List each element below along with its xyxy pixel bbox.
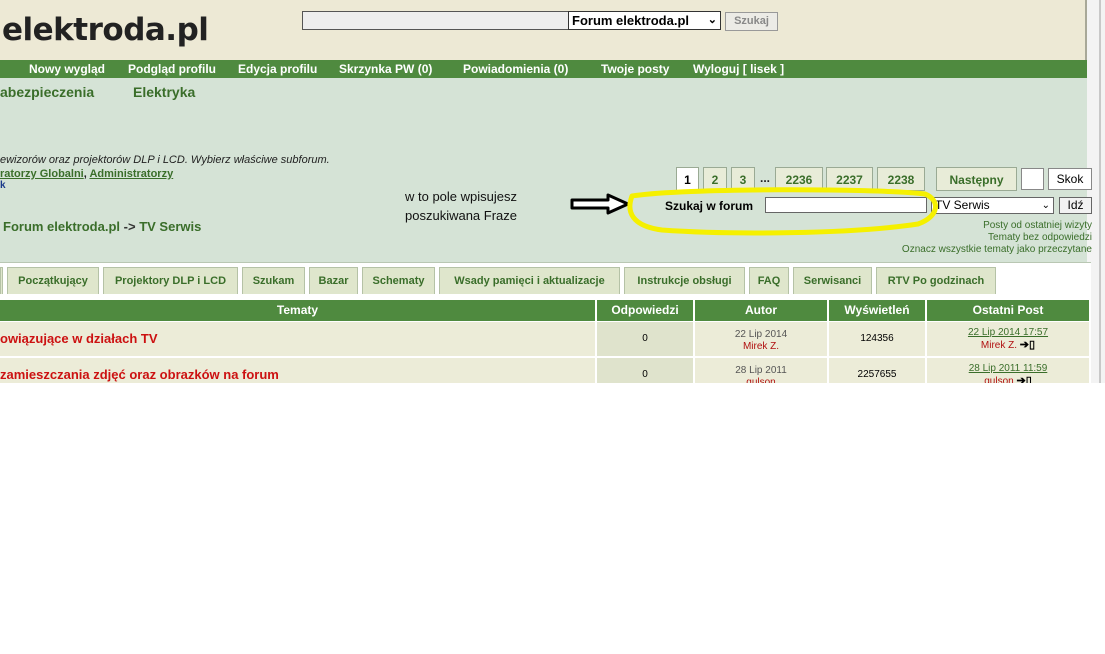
- breadcrumb-current-link[interactable]: TV Serwis: [139, 219, 201, 234]
- search-scope-value: Forum elektroda.pl: [572, 13, 690, 28]
- next-page-button[interactable]: Następny: [936, 167, 1017, 191]
- link-mark-all-read[interactable]: Oznacz wszystkie tematy jako przeczytane: [902, 244, 1092, 256]
- breadcrumb: Forum elektroda.pl -> TV Serwis: [3, 219, 201, 234]
- last-post-date-link[interactable]: 28 Lip 2011 11:59: [927, 363, 1089, 375]
- pagination-ellipsis: ...: [760, 171, 771, 185]
- tab-servicemen[interactable]: Serwisanci: [793, 267, 872, 294]
- topic-author-cell: 28 Lip 2011 gulson: [695, 358, 827, 383]
- tab-faq[interactable]: FAQ: [749, 267, 789, 294]
- moderators-global-link[interactable]: ratorzy Globalni: [0, 168, 84, 180]
- nav-logout[interactable]: Wyloguj [ lisek ]: [693, 62, 784, 76]
- search-scope-select[interactable]: Forum elektroda.pl ⌄: [568, 11, 721, 30]
- category-link-security[interactable]: abezpieczenia: [0, 84, 94, 100]
- column-header-topics: Tematy: [0, 300, 595, 321]
- moderators-line: ratorzy Globalni, Administratorzy: [0, 168, 173, 180]
- topic-date: 28 Lip 2011: [735, 365, 787, 376]
- last-post-user-link[interactable]: Mirek Z.: [981, 340, 1017, 351]
- tab-beginners[interactable]: Początkujący: [7, 267, 99, 294]
- last-post-user-link[interactable]: gulson: [984, 376, 1013, 383]
- annotation-line-2: poszukiwana Fraze: [405, 208, 517, 223]
- site-logo[interactable]: elektroda.pl: [2, 12, 209, 48]
- highlight-ellipse-icon: [627, 187, 938, 236]
- go-to-last-post-icon[interactable]: ➔▯: [1020, 339, 1035, 351]
- site-search-input[interactable]: [302, 11, 569, 30]
- tab-rtv-after-hours[interactable]: RTV Po godzinach: [876, 267, 996, 294]
- quick-links: Posty od ostatniej wizyty Tematy bez odp…: [902, 220, 1092, 256]
- nav-notifications[interactable]: Powiadomienia (0): [463, 62, 568, 76]
- browser-viewport: elektroda.pl Forum elektroda.pl ⌄ Szukaj…: [0, 0, 1105, 383]
- nav-new-look[interactable]: Nowy wygląd: [29, 62, 105, 76]
- last-post-cell: 28 Lip 2011 11:59 gulson ➔▯: [927, 358, 1089, 383]
- tab-manuals[interactable]: Instrukcje obsługi: [624, 267, 745, 294]
- forum-search-scope-select[interactable]: TV Serwis ⌄: [931, 197, 1054, 214]
- link-unanswered-topics[interactable]: Tematy bez odpowiedzi: [902, 232, 1092, 244]
- tab-firmware-updates[interactable]: Wsady pamięci i aktualizacje: [439, 267, 620, 294]
- column-header-author: Autor: [695, 300, 827, 321]
- nav-profile-preview[interactable]: Podgląd profilu: [128, 62, 216, 76]
- category-link-electrical[interactable]: Elektryka: [133, 84, 195, 100]
- link-posts-since-last-visit[interactable]: Posty od ostatniej wizyty: [902, 220, 1092, 232]
- scrollbar-track: [1099, 0, 1101, 383]
- breadcrumb-separator: ->: [123, 219, 136, 234]
- nav-pm-inbox[interactable]: Skrzynka PW (0): [339, 62, 432, 76]
- administrators-link[interactable]: Administratorzy: [89, 168, 173, 180]
- topic-date: 22 Lip 2014: [734, 329, 788, 340]
- forum-search-go-button[interactable]: Idź: [1059, 197, 1092, 214]
- topic-views: 124356: [829, 322, 925, 356]
- last-post-cell: 22 Lip 2014 17:57 Mirek Z. ➔▯: [927, 322, 1089, 356]
- topic-author-link[interactable]: gulson: [695, 377, 827, 383]
- annotation-note: w to pole wpisujesz poszukiwana Fraze: [405, 187, 517, 225]
- last-post-date-link[interactable]: 22 Lip 2014 17:57: [927, 327, 1089, 339]
- breadcrumb-root-link[interactable]: Forum elektroda.pl: [3, 219, 120, 234]
- user-nav-bar: Nowy wygląd Podgląd profilu Edycja profi…: [0, 60, 1087, 78]
- column-header-views: Wyświetleń: [829, 300, 925, 321]
- jump-page-button[interactable]: Skok: [1048, 168, 1092, 190]
- tab-partial[interactable]: [0, 267, 3, 294]
- moderator-link-fragment[interactable]: k: [0, 180, 6, 191]
- tab-looking-for[interactable]: Szukam: [242, 267, 305, 294]
- jump-page-input[interactable]: [1021, 168, 1044, 190]
- topic-author-link[interactable]: Mirek Z.: [695, 341, 827, 353]
- chevron-down-icon: ⌄: [707, 14, 717, 26]
- topic-author-cell: 22 Lip 2014 Mirek Z.: [695, 322, 827, 356]
- tab-schematics[interactable]: Schematy: [362, 267, 435, 294]
- site-search-button[interactable]: Szukaj: [725, 12, 778, 31]
- column-header-last-post: Ostatni Post: [927, 300, 1089, 321]
- nav-edit-profile[interactable]: Edycja profilu: [238, 62, 317, 76]
- site-header: elektroda.pl Forum elektroda.pl ⌄ Szukaj: [0, 0, 1087, 60]
- nav-your-posts[interactable]: Twoje posty: [601, 62, 669, 76]
- topic-replies: 0: [597, 322, 693, 356]
- topic-views: 2257655: [829, 358, 925, 383]
- tab-dlp-lcd-projectors[interactable]: Projektory DLP i LCD: [103, 267, 238, 294]
- annotation-line-1: w to pole wpisujesz: [405, 189, 517, 204]
- topic-replies: 0: [597, 358, 693, 383]
- tab-bazaar[interactable]: Bazar: [309, 267, 358, 294]
- forum-description: ewizorów oraz projektorów DLP i LCD. Wyb…: [0, 154, 330, 166]
- topic-title-link[interactable]: zamieszczania zdjęć oraz obrazków na for…: [0, 358, 595, 383]
- go-to-last-post-icon[interactable]: ➔▯: [1016, 375, 1031, 383]
- column-header-replies: Odpowiedzi: [597, 300, 693, 321]
- topic-title-link[interactable]: owiązujące w działach TV: [0, 322, 595, 356]
- chevron-down-icon: ⌄: [1041, 200, 1050, 211]
